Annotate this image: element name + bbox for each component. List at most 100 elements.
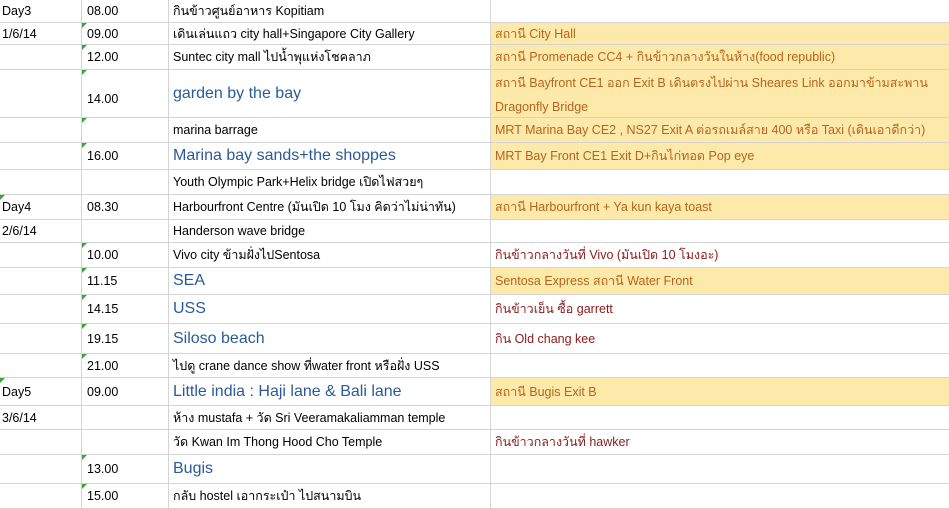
table-row: Day5 09.00 Little india : Haji lane & Ba…: [0, 378, 949, 406]
note-cell[interactable]: กิน Old chang kee: [491, 324, 949, 353]
time-cell[interactable]: [82, 406, 169, 429]
table-row: 16.00 Marina bay sands+the shoppes MRT B…: [0, 143, 949, 170]
activity-cell[interactable]: Youth Olympic Park+Helix bridge เปิดไฟสว…: [169, 170, 491, 194]
day-cell[interactable]: [0, 295, 82, 323]
note-cell[interactable]: MRT Marina Bay CE2 , NS27 Exit A ต่อรถเม…: [491, 118, 949, 142]
note-cell[interactable]: สถานี Promenade CC4 + กินข้าวกลางวันในห้…: [491, 45, 949, 69]
time-cell[interactable]: 19.15: [82, 324, 169, 353]
activity-cell[interactable]: Marina bay sands+the shoppes: [169, 143, 491, 169]
time-cell[interactable]: [82, 220, 169, 242]
note-cell[interactable]: Sentosa Express สถานี Water Front: [491, 268, 949, 294]
time-text: 16.00: [87, 149, 119, 163]
time-text: 13.00: [87, 462, 119, 476]
time-cell[interactable]: 09.00: [82, 378, 169, 405]
activity-cell[interactable]: ไปดู crane dance show ที่water front หรื…: [169, 354, 491, 377]
spreadsheet: Day3 08.00 กินข้าวศูนย์อาหาร Kopitiam 1/…: [0, 0, 949, 509]
day-cell[interactable]: 3/6/14: [0, 406, 82, 429]
time-cell[interactable]: 16.00: [82, 143, 169, 169]
time-cell[interactable]: 10.00: [82, 243, 169, 267]
day-cell[interactable]: Day3: [0, 0, 82, 22]
day-cell[interactable]: [0, 45, 82, 69]
time-cell[interactable]: [82, 170, 169, 194]
note-cell[interactable]: กินข้าวกลางวันที่ hawker: [491, 430, 949, 454]
table-row: 19.15 Siloso beach กิน Old chang kee: [0, 324, 949, 354]
activity-cell[interactable]: ห้าง mustafa + วัด Sri Veeramakaliamman …: [169, 406, 491, 429]
comment-marker-icon: [82, 23, 87, 28]
activity-cell[interactable]: garden by the bay: [169, 70, 491, 117]
activity-cell[interactable]: กินข้าวศูนย์อาหาร Kopitiam: [169, 0, 491, 22]
day-cell[interactable]: [0, 455, 82, 483]
day-cell[interactable]: [0, 118, 82, 142]
activity-cell[interactable]: Handerson wave bridge: [169, 220, 491, 242]
table-row: 15.00 กลับ hostel เอากระเป๋า ไปสนามบิน: [0, 484, 949, 509]
time-text: 14.00: [87, 91, 119, 106]
day-cell[interactable]: Day5: [0, 378, 82, 405]
day-cell[interactable]: [0, 70, 82, 117]
note-cell[interactable]: สถานี Bugis Exit B: [491, 378, 949, 405]
note-cell[interactable]: [491, 0, 949, 22]
table-row: Day3 08.00 กินข้าวศูนย์อาหาร Kopitiam: [0, 0, 949, 23]
activity-cell[interactable]: Little india : Haji lane & Bali lane: [169, 378, 491, 405]
time-text: 15.00: [87, 489, 119, 503]
note-cell[interactable]: [491, 220, 949, 242]
activity-cell[interactable]: SEA: [169, 268, 491, 294]
activity-cell[interactable]: marina barrage: [169, 118, 491, 142]
note-cell[interactable]: [491, 406, 949, 429]
note-cell[interactable]: [491, 354, 949, 377]
day-cell[interactable]: [0, 143, 82, 169]
activity-cell[interactable]: กลับ hostel เอากระเป๋า ไปสนามบิน: [169, 484, 491, 508]
time-cell[interactable]: 14.00: [82, 70, 169, 117]
table-row: 1/6/14 09.00 เดินเล่นแถว city hall+Singa…: [0, 23, 949, 45]
time-cell[interactable]: [82, 118, 169, 142]
time-text: 11.15: [87, 274, 118, 288]
day-cell[interactable]: [0, 243, 82, 267]
day-cell[interactable]: 2/6/14: [0, 220, 82, 242]
time-cell[interactable]: 13.00: [82, 455, 169, 483]
note-cell[interactable]: กินข้าวเย็น ซื้อ garrett: [491, 295, 949, 323]
activity-cell[interactable]: วัด Kwan Im Thong Hood Cho Temple: [169, 430, 491, 454]
time-cell[interactable]: 14.15: [82, 295, 169, 323]
day-cell[interactable]: [0, 324, 82, 353]
comment-marker-icon: [82, 324, 87, 329]
note-cell[interactable]: สถานี Bayfront CE1 ออก Exit B เดินตรงไปผ…: [491, 70, 949, 117]
note-cell[interactable]: [491, 455, 949, 483]
activity-cell[interactable]: Bugis: [169, 455, 491, 483]
table-row: marina barrage MRT Marina Bay CE2 , NS27…: [0, 118, 949, 143]
activity-cell[interactable]: USS: [169, 295, 491, 323]
time-cell[interactable]: 08.00: [82, 0, 169, 22]
day-cell[interactable]: [0, 170, 82, 194]
day-cell[interactable]: Day4: [0, 195, 82, 219]
activity-cell[interactable]: Vivo city ข้ามฝั่งไปSentosa: [169, 243, 491, 267]
note-cell[interactable]: สถานี City Hall: [491, 23, 949, 44]
note-cell[interactable]: [491, 484, 949, 508]
day-cell[interactable]: [0, 268, 82, 294]
time-cell[interactable]: 15.00: [82, 484, 169, 508]
day-cell[interactable]: 1/6/14: [0, 23, 82, 44]
day-cell[interactable]: [0, 484, 82, 508]
time-cell[interactable]: 12.00: [82, 45, 169, 69]
time-cell[interactable]: [82, 430, 169, 454]
note-cell[interactable]: MRT Bay Front CE1 Exit D+กินไก่ทอด Pop e…: [491, 143, 949, 169]
day-text: Day5: [2, 384, 32, 399]
note-cell[interactable]: กินข้าวกลางวันที่ Vivo (มันเปิด 10 โมงอะ…: [491, 243, 949, 267]
activity-cell[interactable]: Harbourfront Centre (มันเปิด 10 โมง คิดว…: [169, 195, 491, 219]
time-text: 12.00: [87, 50, 119, 64]
time-cell[interactable]: 08.30: [82, 195, 169, 219]
activity-cell[interactable]: Suntec city mall ไปน้ำพุแห่งโชคลาภ: [169, 45, 491, 69]
note-cell[interactable]: [491, 170, 949, 194]
time-cell[interactable]: 09.00: [82, 23, 169, 44]
table-row: 11.15 SEA Sentosa Express สถานี Water Fr…: [0, 268, 949, 295]
comment-marker-icon: [82, 243, 87, 248]
comment-marker-icon: [0, 195, 5, 200]
activity-cell[interactable]: Siloso beach: [169, 324, 491, 353]
time-cell[interactable]: 21.00: [82, 354, 169, 377]
time-cell[interactable]: 11.15: [82, 268, 169, 294]
note-cell[interactable]: สถานี Harbourfront + Ya kun kaya toast: [491, 195, 949, 219]
activity-cell[interactable]: เดินเล่นแถว city hall+Singapore City Gal…: [169, 23, 491, 44]
time-text: 14.15: [87, 302, 119, 316]
comment-marker-icon: [82, 455, 87, 460]
day-cell[interactable]: [0, 430, 82, 454]
day-cell[interactable]: [0, 354, 82, 377]
comment-marker-icon: [82, 484, 87, 489]
table-row: 13.00 Bugis: [0, 455, 949, 484]
